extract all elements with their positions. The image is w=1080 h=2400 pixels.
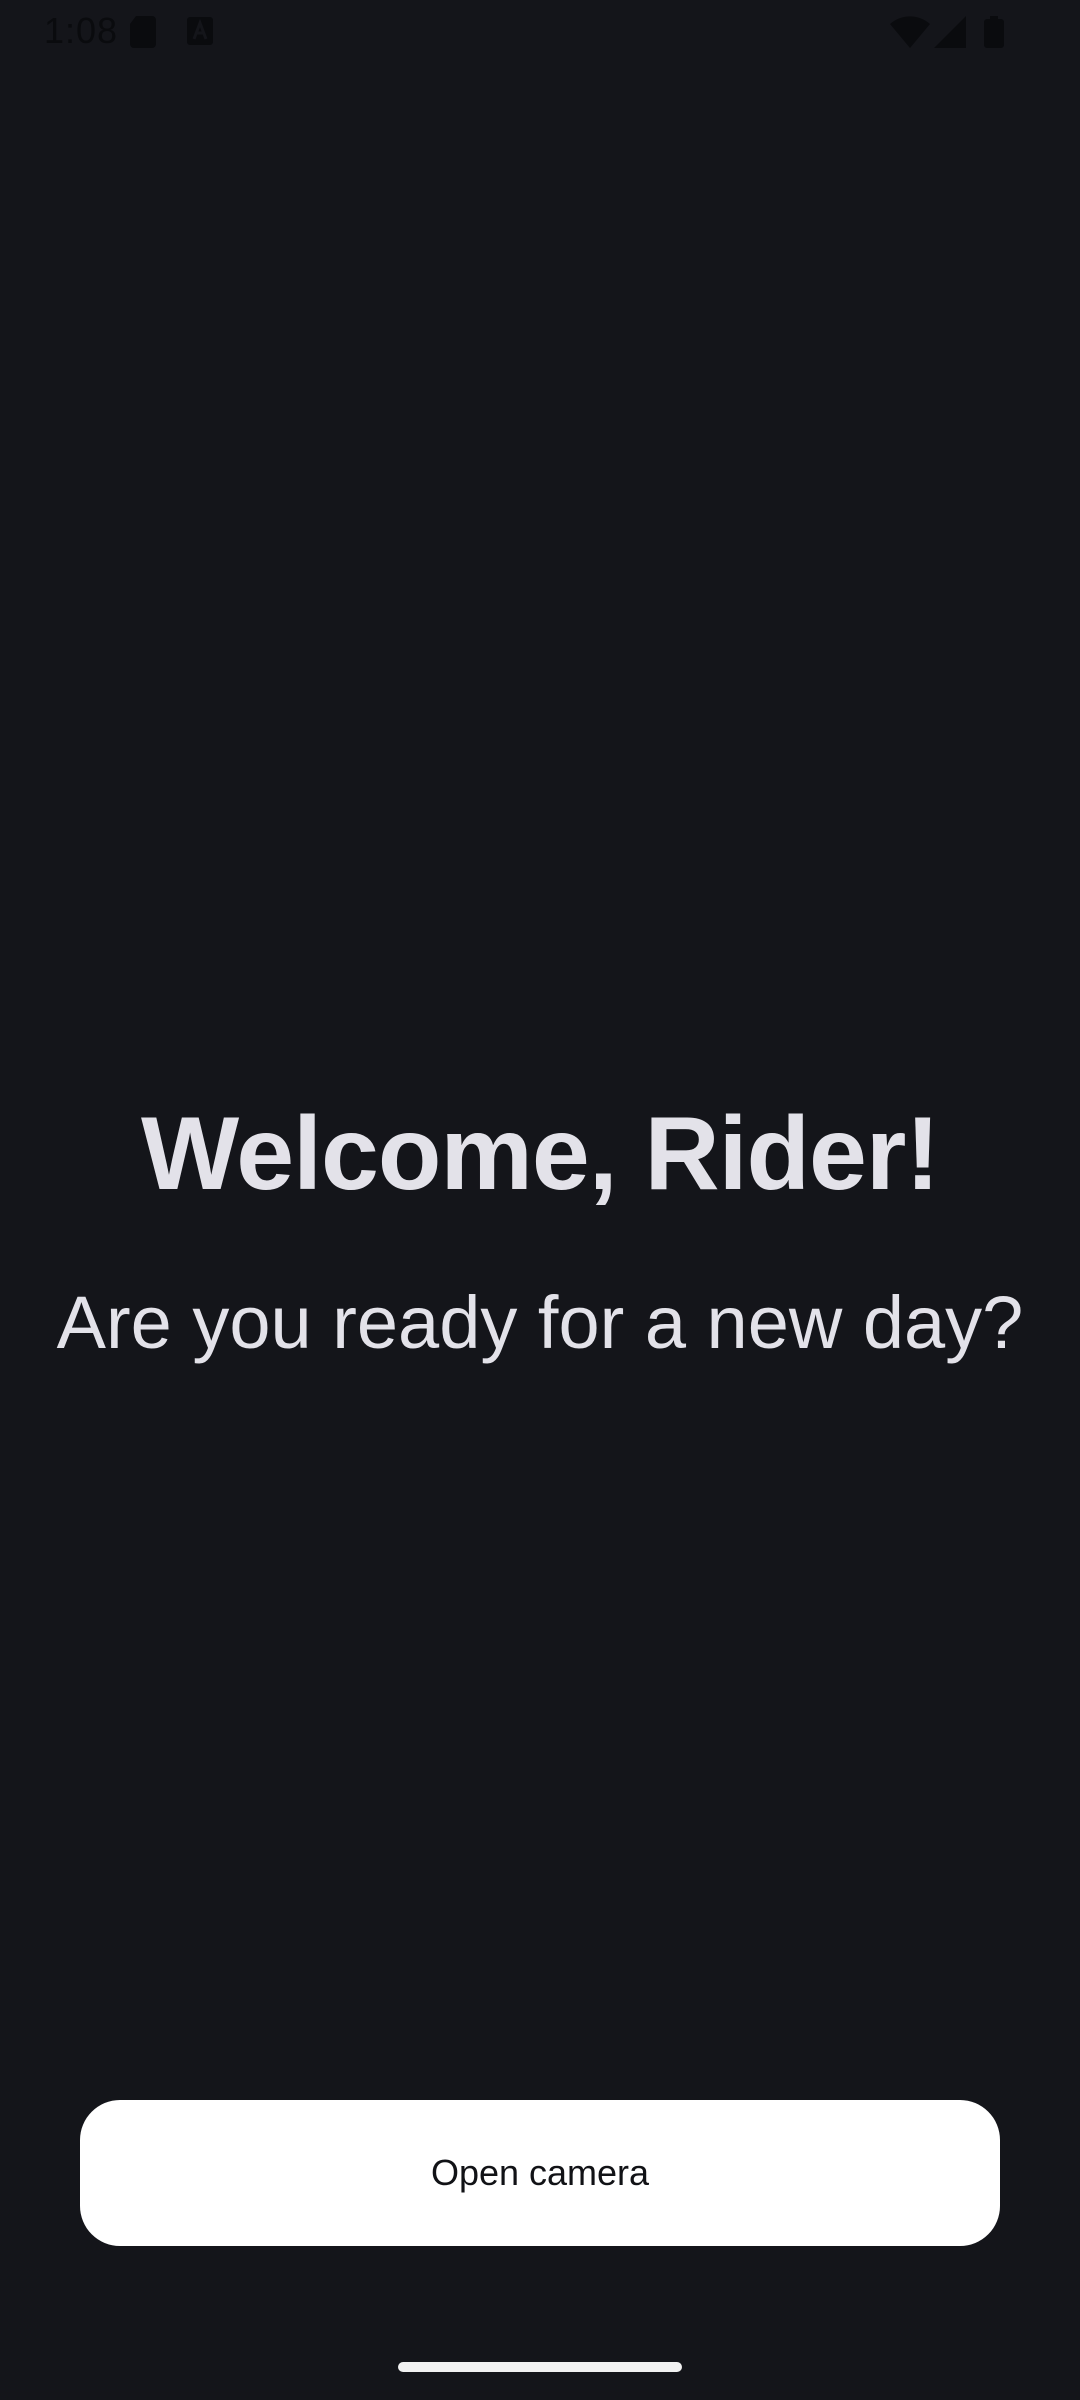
status-bar: 1:08	[0, 0, 1080, 64]
welcome-subtitle: Are you ready for a new day?	[56, 1281, 1024, 1364]
open-camera-button[interactable]: Open camera	[80, 2100, 1000, 2246]
open-camera-label: Open camera	[430, 2152, 650, 2193]
home-indicator[interactable]	[398, 2362, 682, 2372]
status-time: 1:08	[44, 10, 119, 51]
app-notification-icon	[186, 16, 214, 51]
welcome-title: Welcome, Rider!	[141, 1096, 940, 1212]
wifi-icon	[890, 16, 930, 53]
battery-icon	[984, 16, 1004, 53]
cellular-signal-icon	[934, 16, 966, 53]
sim-card-icon	[130, 16, 158, 53]
